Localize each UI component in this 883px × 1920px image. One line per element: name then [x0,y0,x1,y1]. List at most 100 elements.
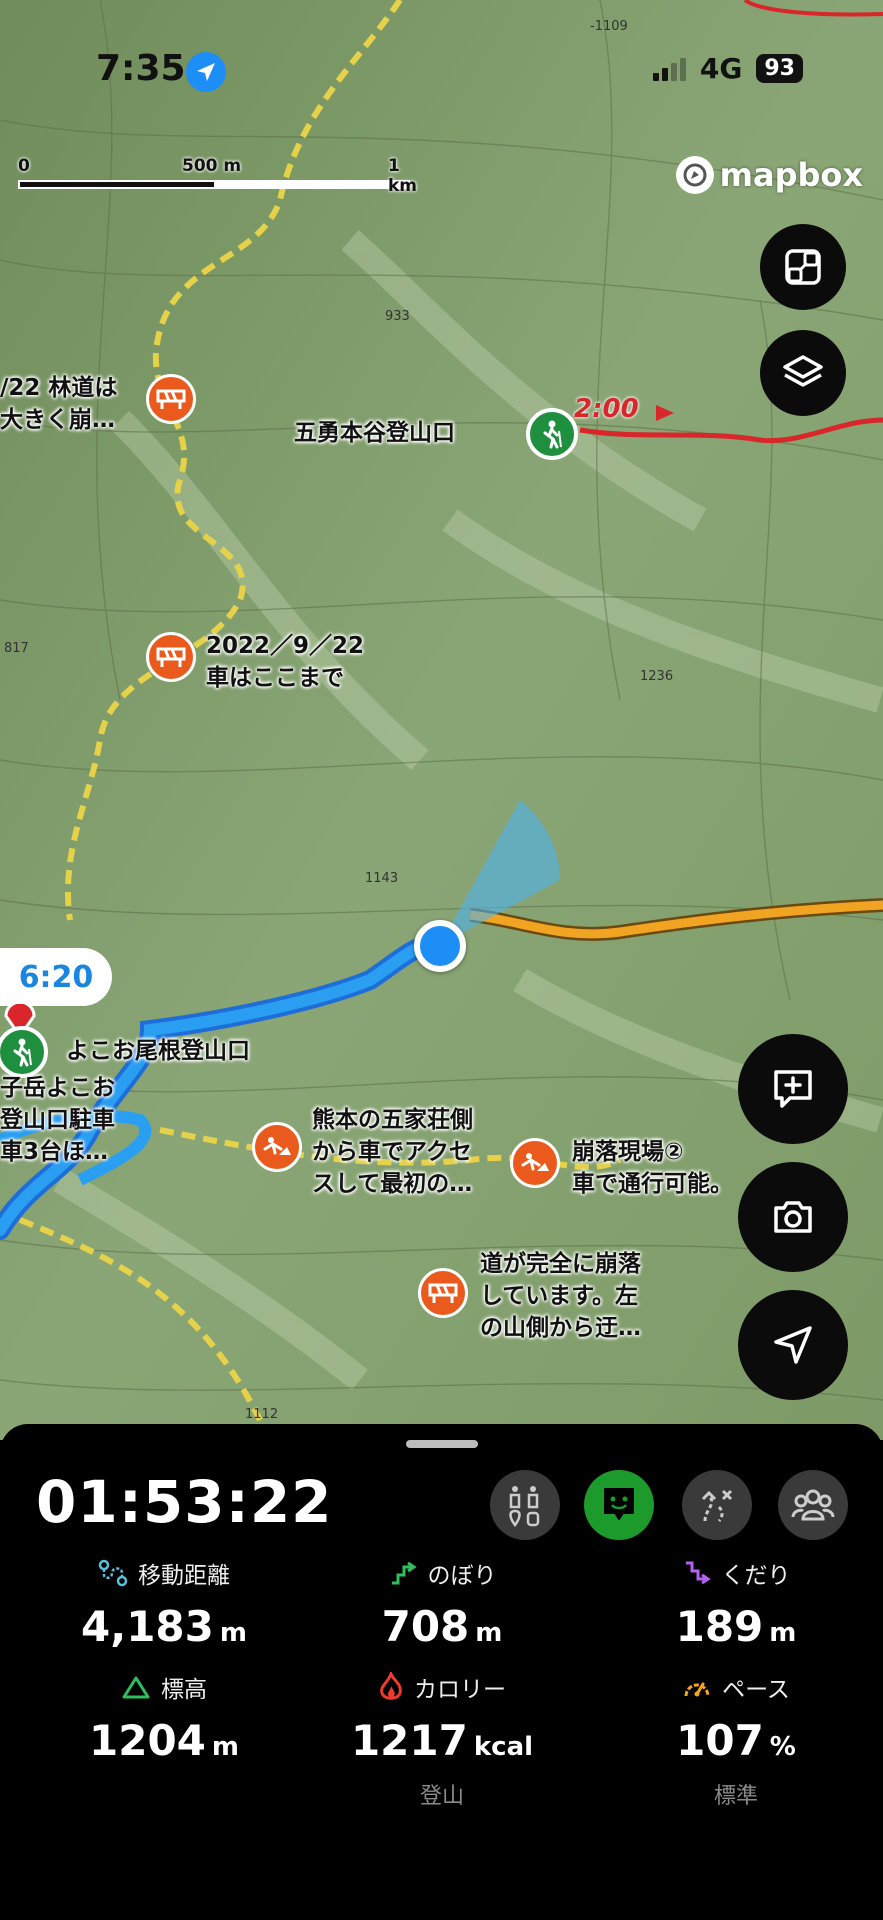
locate-button[interactable] [738,1290,848,1400]
cellular-signal-icon [652,57,686,81]
parking-line3: 車3台ほ… [0,1139,109,1165]
calories-value: 1217 [350,1716,468,1765]
tab-group[interactable] [778,1470,848,1540]
barricade-icon [156,389,186,409]
route-direction-icon [656,405,674,421]
map-view[interactable]: -1109 933 1143 1236 817 1112 7:35 4G 93 … [0,0,883,1440]
distance-label: 移動距離 [138,1563,230,1589]
calories-unit: kcal [473,1732,534,1762]
status-time: 7:35 [96,48,186,89]
svg-text:1236: 1236 [640,669,673,684]
stat-pace: ペース 107% [596,1670,876,1765]
locate-arrow-icon [774,1326,812,1364]
stat-altitude: 標高 1204 m [24,1670,304,1765]
route-time-label: 2:00 [574,394,639,424]
panel-drag-handle[interactable] [406,1440,478,1448]
scale-line [18,180,410,189]
fit-bounds-icon [785,249,821,285]
note-road-line3: の山側から迂… [480,1315,641,1341]
scale-bar: 0 500 m 1 km [18,156,417,196]
note-2022-line1: 2022／9／22 [206,633,365,659]
distance-icon [98,1559,128,1587]
activity-panel: 01:53:22 移動距離 4,183 m のぼり 708 m くだり 189 … [0,1424,883,1920]
note-road-line2: しています。左 [480,1283,639,1309]
layers-icon [783,355,823,387]
note-label-rindo: /22 林道は 大きく崩… [0,372,117,436]
route-points-icon [509,1486,540,1527]
barricade-icon [156,647,186,667]
mapbox-logo: mapbox [675,156,863,194]
camera-button[interactable] [738,1162,848,1272]
stat-ascent: のぼり 708 m [302,1556,582,1651]
ascent-icon [391,1561,417,1585]
calories-sub-label: 登山 [419,1784,464,1809]
tab-activity[interactable] [584,1470,654,1540]
hiker-icon [543,420,562,449]
descent-icon [685,1561,711,1585]
note-gokasho-line3: スして最初の… [312,1171,473,1197]
layers-button[interactable] [760,330,846,416]
tab-route-points[interactable] [490,1470,560,1540]
add-note-button[interactable] [738,1034,848,1144]
note-gokasho-line1: 熊本の五家荘側 [312,1107,473,1133]
mapbox-text: mapbox [719,156,863,194]
ascent-value: 708 [381,1602,470,1651]
battery-level: 93 [756,54,803,83]
status-indicators: 4G 93 [652,52,803,85]
pace-unit: % [769,1732,796,1762]
descent-unit: m [769,1618,797,1648]
road-closed-marker-rindo[interactable] [146,374,196,424]
group-icon [791,1489,835,1521]
speedometer-icon [684,1682,710,1697]
scale-label-0: 0 [18,156,30,176]
activity-face-icon [604,1488,634,1520]
route-time-bubble[interactable]: 6:20 [0,948,112,1006]
note-collapse2-line2: 車で通行可能。 [572,1171,733,1197]
fit-bounds-button[interactable] [760,224,846,310]
network-type: 4G [699,52,743,85]
road-closed-marker-collapse[interactable] [418,1268,468,1318]
stat-calories: カロリー 1217 kcal [302,1670,582,1765]
hazard-marker-collapse2[interactable] [510,1138,560,1188]
location-services-icon [186,52,226,92]
hazard-marker-gokasho[interactable] [252,1122,302,1172]
road-closed-marker-2022[interactable] [146,632,196,682]
camera-icon [774,1201,812,1233]
ascent-label: のぼり [427,1563,497,1589]
svg-text:1143: 1143 [365,871,398,886]
note-rindo-line2: 大きく崩… [0,407,115,433]
calories-label: カロリー [414,1677,506,1703]
note-road-line1: 道が完全に崩落 [480,1251,641,1277]
svg-text:817: 817 [4,641,29,656]
pace-label: ペース [722,1677,790,1703]
pace-sub-label: 標準 [713,1784,758,1809]
elapsed-time: 01:53:22 [36,1468,333,1536]
stat-distance: 移動距離 4,183 m [24,1556,304,1651]
note-rindo-line1: /22 林道は [0,375,118,401]
current-location-dot [414,920,466,972]
parking-line2: 登山口駐車 [0,1107,115,1133]
trailhead-label-gouyuu: 五勇本谷登山口 [294,420,455,446]
altitude-value: 1204 [89,1716,206,1765]
tab-route-deviation[interactable] [682,1470,752,1540]
svg-text:933: 933 [385,309,410,324]
note-label-road-collapse: 道が完全に崩落 しています。左 の山側から迂… [480,1248,641,1344]
barricade-icon [428,1283,458,1303]
parking-note-label: 子岳よこお 登山口駐車 車3台ほ… [0,1072,115,1168]
mapbox-mark-icon [675,156,714,194]
altitude-label: 標高 [161,1677,207,1703]
scale-label-1km: 1 km [388,156,418,196]
landslide-icon [263,1137,291,1155]
trailhead-marker-gouyuu[interactable] [526,408,578,460]
note-label-collapse2: 崩落現場② 車で通行可能。 [572,1136,733,1200]
descent-value: 189 [675,1602,764,1651]
route-deviation-icon [701,1489,733,1523]
svg-text:1112: 1112 [245,1407,278,1422]
scale-label-500: 500 m [182,156,242,176]
svg-text:-1109: -1109 [590,19,628,34]
note-label-2022: 2022／9／22 車はここまで [206,630,364,694]
note-2022-line2: 車はここまで [206,665,344,691]
landslide-icon [521,1153,549,1171]
flame-icon [380,1672,402,1700]
ascent-unit: m [475,1618,503,1648]
